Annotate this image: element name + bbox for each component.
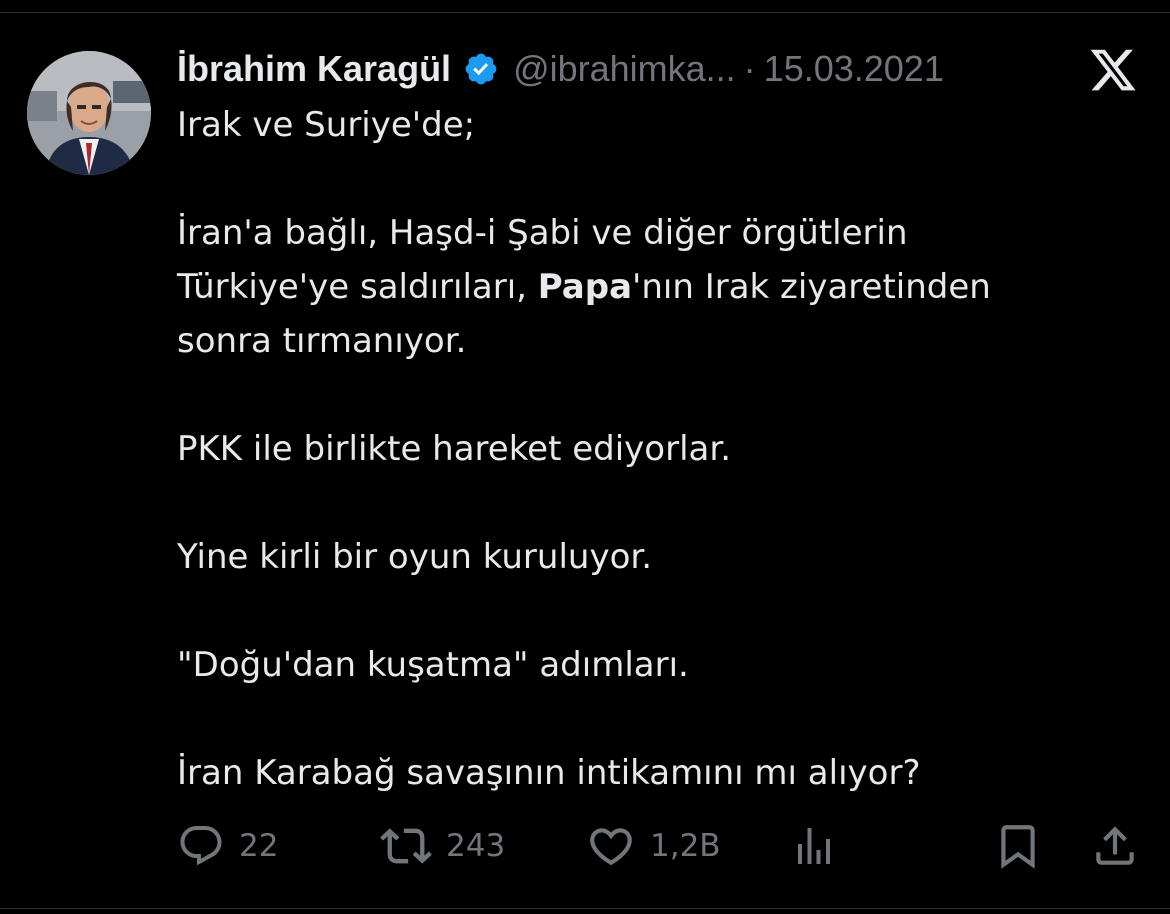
repost-icon <box>380 820 432 872</box>
bottom-divider <box>0 908 1170 909</box>
author-handle[interactable]: @ibrahimka... <box>513 48 736 90</box>
avatar-image <box>27 51 151 175</box>
tweet-line: Türkiye'ye saldırıları, Papa'nın Irak zi… <box>177 260 1137 314</box>
tweet-card: İbrahim Karagül @ibrahimka... · 15.03.20… <box>0 0 1170 914</box>
tweet-line: İran'a bağlı, Haşd-i Şabi ve diğer örgüt… <box>177 213 908 253</box>
tweet-line: Irak ve Suriye'de; <box>177 105 476 145</box>
reply-icon <box>177 822 225 870</box>
views-button[interactable] <box>790 818 838 874</box>
reply-button[interactable]: 22 <box>177 818 278 874</box>
avatar[interactable] <box>27 51 151 175</box>
tweet-line: PKK ile birlikte hareket ediyorlar. <box>177 429 732 469</box>
tweet-bold-word: Papa <box>537 267 633 307</box>
views-chart-icon <box>790 822 838 870</box>
like-button[interactable]: 1,2B <box>586 818 721 874</box>
tweet-line-part: Türkiye'ye saldırıları, <box>177 267 538 307</box>
bookmark-button[interactable] <box>993 818 1043 874</box>
x-logo-icon[interactable] <box>1087 45 1139 95</box>
tweet-line-part: 'nın Irak ziyaretinden <box>632 267 991 307</box>
repost-button[interactable]: 243 <box>380 818 505 874</box>
share-button[interactable] <box>1090 818 1140 874</box>
share-icon <box>1090 821 1140 871</box>
tweet-line: Yine kirli bir oyun kuruluyor. <box>177 537 653 577</box>
tweet-line: İran Karabağ savaşının intikamını mı alı… <box>177 753 921 793</box>
tweet-date[interactable]: 15.03.2021 <box>764 48 944 90</box>
tweet-header: İbrahim Karagül @ibrahimka... · 15.03.20… <box>177 44 944 94</box>
header-separator: · <box>743 48 756 89</box>
repost-count: 243 <box>446 828 506 864</box>
tweet-line: sonra tırmanıyor. <box>177 321 467 361</box>
heart-icon <box>586 821 636 871</box>
top-divider <box>0 12 1170 13</box>
action-bar: 22 243 1,2B <box>0 818 1170 874</box>
verified-badge-icon <box>463 51 499 87</box>
tweet-text: Irak ve Suriye'de; İran'a bağlı, Haşd-i … <box>177 98 1137 800</box>
bookmark-icon <box>993 821 1043 871</box>
tweet-line: "Doğu'dan kuşatma" adımları. <box>177 645 689 685</box>
like-count: 1,2B <box>650 828 721 864</box>
author-display-name[interactable]: İbrahim Karagül <box>177 48 451 90</box>
reply-count: 22 <box>239 828 279 864</box>
